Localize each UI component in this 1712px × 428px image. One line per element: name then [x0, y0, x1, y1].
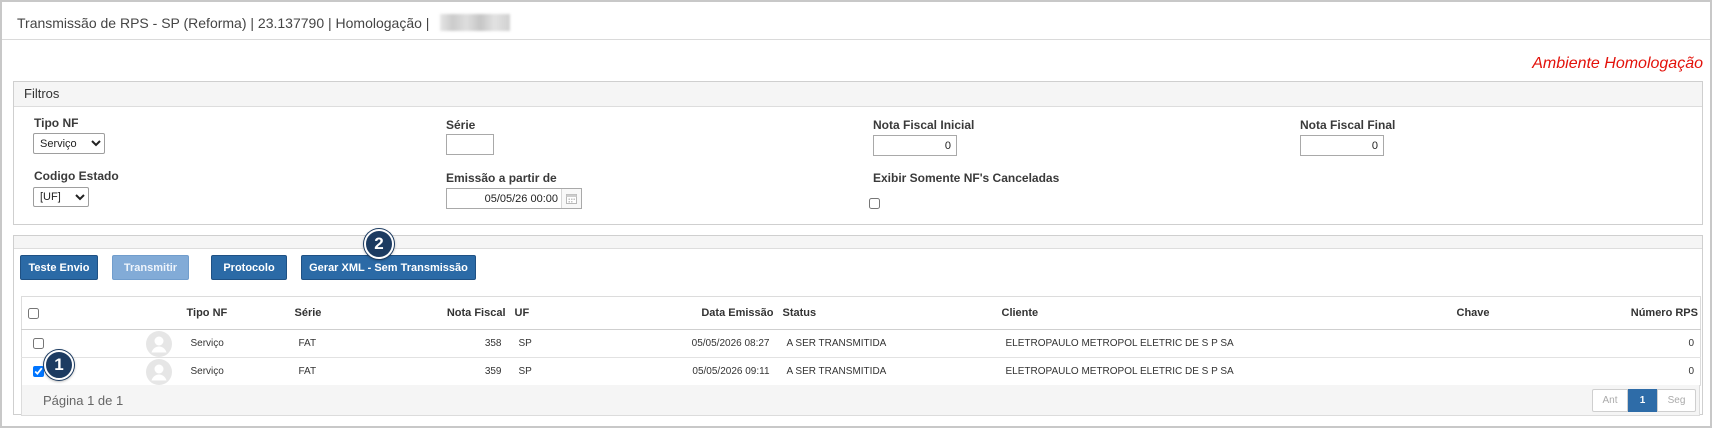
table-footer: Página 1 de 1 Ant 1 Seg — [21, 385, 1700, 416]
user-avatar-icon — [146, 330, 172, 357]
codigo-estado-select[interactable]: [UF] — [33, 187, 89, 207]
pagination-page-button[interactable]: 1 — [1628, 389, 1657, 412]
row-avatar-cell — [136, 329, 182, 358]
cell-data-emissao: 05/05/2026 09:11 — [561, 357, 778, 386]
row-select-cell — [21, 329, 137, 358]
redacted-block — [440, 14, 510, 31]
cell-uf: SP — [509, 357, 562, 386]
title-bar: Transmissão de RPS - SP (Reforma) | 23.1… — [2, 2, 1710, 40]
serie-input[interactable] — [446, 134, 494, 155]
tipo-nf-select[interactable]: Serviço — [33, 133, 105, 154]
user-avatar-icon — [146, 358, 172, 385]
cell-serie: FAT — [289, 357, 422, 386]
filters-panel: Filtros Tipo NF Serviço Série Nota Fisca… — [13, 81, 1703, 225]
row-avatar-cell — [136, 357, 182, 386]
nota-fiscal-final-label: Nota Fiscal Final — [1300, 118, 1396, 132]
teste-envio-button[interactable]: Teste Envio — [20, 255, 98, 280]
environment-label: Ambiente Homologação — [1532, 55, 1703, 72]
cell-cliente: ELETROPAULO METROPOL ELETRIC DE S P SA — [996, 329, 1452, 358]
callout-badge-2: 2 — [364, 229, 394, 259]
pagination-prev-button[interactable]: Ant — [1592, 389, 1628, 412]
protocolo-button[interactable]: Protocolo — [211, 255, 287, 280]
column-header-chave[interactable]: Chave — [1451, 296, 1562, 330]
cell-uf: SP — [509, 329, 562, 358]
codigo-estado-label: Codigo Estado — [34, 169, 119, 183]
cell-cliente: ELETROPAULO METROPOL ELETRIC DE S P SA — [996, 357, 1452, 386]
somente-canceladas-label: Exibir Somente NF's Canceladas — [873, 171, 1060, 185]
column-header-cliente[interactable]: Cliente — [996, 296, 1452, 330]
row-select-checkbox[interactable] — [33, 337, 44, 349]
somente-canceladas-checkbox[interactable] — [869, 198, 880, 209]
nota-fiscal-final-input[interactable] — [1300, 135, 1384, 156]
results-header — [14, 236, 1702, 249]
table-header-row: Tipo NF Série Nota Fiscal UF Data Emissã… — [21, 296, 1701, 330]
column-header-status[interactable]: Status — [777, 296, 997, 330]
column-header-data-emissao[interactable]: Data Emissão — [561, 296, 778, 330]
filters-header: Filtros — [14, 82, 1702, 107]
gerar-xml-button[interactable]: Gerar XML - Sem Transmissão — [301, 255, 476, 280]
avatar-column-header — [136, 296, 182, 330]
pagination-next-button[interactable]: Seg — [1657, 389, 1696, 412]
select-all-cell — [21, 296, 137, 330]
emissao-field — [446, 188, 582, 209]
column-header-serie[interactable]: Série — [289, 296, 422, 330]
column-header-numero-rps[interactable]: Número RPS — [1561, 296, 1701, 330]
cell-numero-rps: 0 — [1561, 357, 1701, 386]
cell-nota-fiscal: 359 — [421, 357, 510, 386]
cell-data-emissao: 05/05/2026 08:27 — [561, 329, 778, 358]
cell-chave — [1451, 329, 1562, 358]
page-title: Transmissão de RPS - SP (Reforma) | 23.1… — [17, 15, 430, 31]
emissao-label: Emissão a partir de — [446, 171, 557, 185]
cell-numero-rps: 0 — [1561, 329, 1701, 358]
results-panel: Teste Envio Transmitir Protocolo Gerar X… — [13, 229, 1703, 416]
nota-fiscal-inicial-input[interactable] — [873, 135, 957, 156]
table-row[interactable]: Serviço FAT 358 SP 05/05/2026 08:27 A SE… — [21, 329, 1701, 358]
column-header-tipo-nf[interactable]: Tipo NF — [181, 296, 290, 330]
rps-table: Tipo NF Série Nota Fiscal UF Data Emissã… — [21, 296, 1701, 386]
cell-status: A SER TRANSMITIDA — [777, 357, 997, 386]
pagination-summary: Página 1 de 1 — [43, 393, 124, 408]
row-select-checkbox[interactable] — [33, 365, 44, 377]
filters-title: Filtros — [24, 86, 60, 101]
row-select-cell — [21, 357, 137, 386]
cell-chave — [1451, 357, 1562, 386]
cell-tipo-nf: Serviço — [181, 357, 290, 386]
column-header-uf[interactable]: UF — [509, 296, 562, 330]
callout-badge-1: 1 — [44, 350, 74, 380]
emissao-input[interactable] — [447, 189, 561, 208]
transmitir-button[interactable]: Transmitir — [112, 255, 189, 280]
nota-fiscal-inicial-label: Nota Fiscal Inicial — [873, 118, 975, 132]
pagination: Ant 1 Seg — [1592, 389, 1696, 412]
cell-status: A SER TRANSMITIDA — [777, 329, 997, 358]
serie-label: Série — [446, 118, 476, 132]
cell-serie: FAT — [289, 329, 422, 358]
cell-tipo-nf: Serviço — [181, 329, 290, 358]
tipo-nf-label: Tipo NF — [34, 116, 79, 130]
calendar-icon[interactable] — [561, 189, 581, 208]
table-row[interactable]: Serviço FAT 359 SP 05/05/2026 09:11 A SE… — [21, 357, 1701, 386]
select-all-checkbox[interactable] — [28, 307, 39, 319]
column-header-nota-fiscal[interactable]: Nota Fiscal — [421, 296, 510, 330]
cell-nota-fiscal: 358 — [421, 329, 510, 358]
